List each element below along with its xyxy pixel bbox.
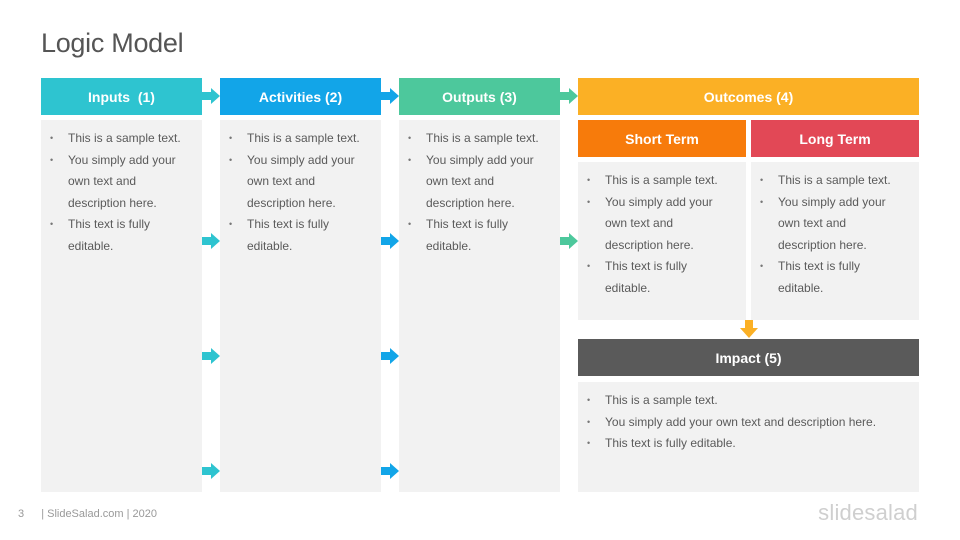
arrow-right-icon [381,233,399,249]
activities-header-label: Activities (2) [258,88,343,105]
activities-bullet: You simply add your own text and descrip… [229,150,364,215]
long-term-header-label: Long Term [799,130,871,147]
arrow-right-icon [202,88,220,104]
inputs-bullet: This text is fully editable. [50,214,170,257]
arrow-right-icon [202,463,220,479]
arrow-right-icon [381,463,399,479]
impact-header: Impact (5) [578,339,919,376]
inputs-bullet: This is a sample text. [50,128,198,150]
short-term-panel: This is a sample text. You simply add yo… [578,162,746,320]
activities-header: Activities (2) [220,78,381,115]
outcomes-header-label: Outcomes (4) [703,88,794,105]
footer-text: | SlideSalad.com | 2020 [41,508,157,520]
short-term-bullet: This text is fully editable. [587,256,707,299]
impact-bullet: This is a sample text. [587,390,911,412]
outputs-bullet: You simply add your own text and descrip… [408,150,543,215]
outcomes-header: Outcomes (4) [578,78,919,115]
arrow-right-icon [381,88,399,104]
impact-bullet: This text is fully editable. [587,433,911,455]
short-term-bullet: This is a sample text. [587,170,738,192]
arrow-right-icon [202,348,220,364]
outputs-header: Outputs (3) [399,78,560,115]
slide-title: Logic Model [41,28,184,58]
page-number: 3 [18,508,25,520]
brand-logo: slidesalad [818,500,918,525]
arrow-right-icon [560,88,578,104]
activities-bullet: This is a sample text. [229,128,373,150]
long-term-panel: This is a sample text. You simply add yo… [751,162,919,320]
inputs-bullet: You simply add your own text and descrip… [50,150,185,215]
inputs-header-label: Inputs (1) [88,88,155,105]
arrow-right-icon [381,348,399,364]
outputs-panel: This is a sample text. You simply add yo… [399,120,560,492]
activities-panel: This is a sample text. You simply add yo… [220,120,381,492]
activities-bullet: This text is fully editable. [229,214,349,257]
inputs-panel: This is a sample text. You simply add yo… [41,120,202,492]
impact-panel: This is a sample text. You simply add yo… [578,382,919,492]
long-term-bullet: This text is fully editable. [760,256,880,299]
impact-header-label: Impact (5) [715,349,782,366]
footer: 3 | SlideSalad.com | 2020 [18,508,157,520]
outputs-header-label: Outputs (3) [442,88,517,105]
short-term-bullet: You simply add your own text and descrip… [587,192,722,257]
outputs-bullet: This text is fully editable. [408,214,528,257]
short-term-header: Short Term [578,120,746,157]
arrow-right-icon [202,233,220,249]
long-term-header: Long Term [751,120,919,157]
impact-bullet: You simply add your own text and descrip… [587,412,911,434]
short-term-header-label: Short Term [625,130,699,147]
long-term-bullet: This is a sample text. [760,170,911,192]
arrow-right-icon [560,233,578,249]
arrow-down-icon [740,320,758,338]
inputs-header: Inputs (1) [41,78,202,115]
long-term-bullet: You simply add your own text and descrip… [760,192,895,257]
outputs-bullet: This is a sample text. [408,128,552,150]
